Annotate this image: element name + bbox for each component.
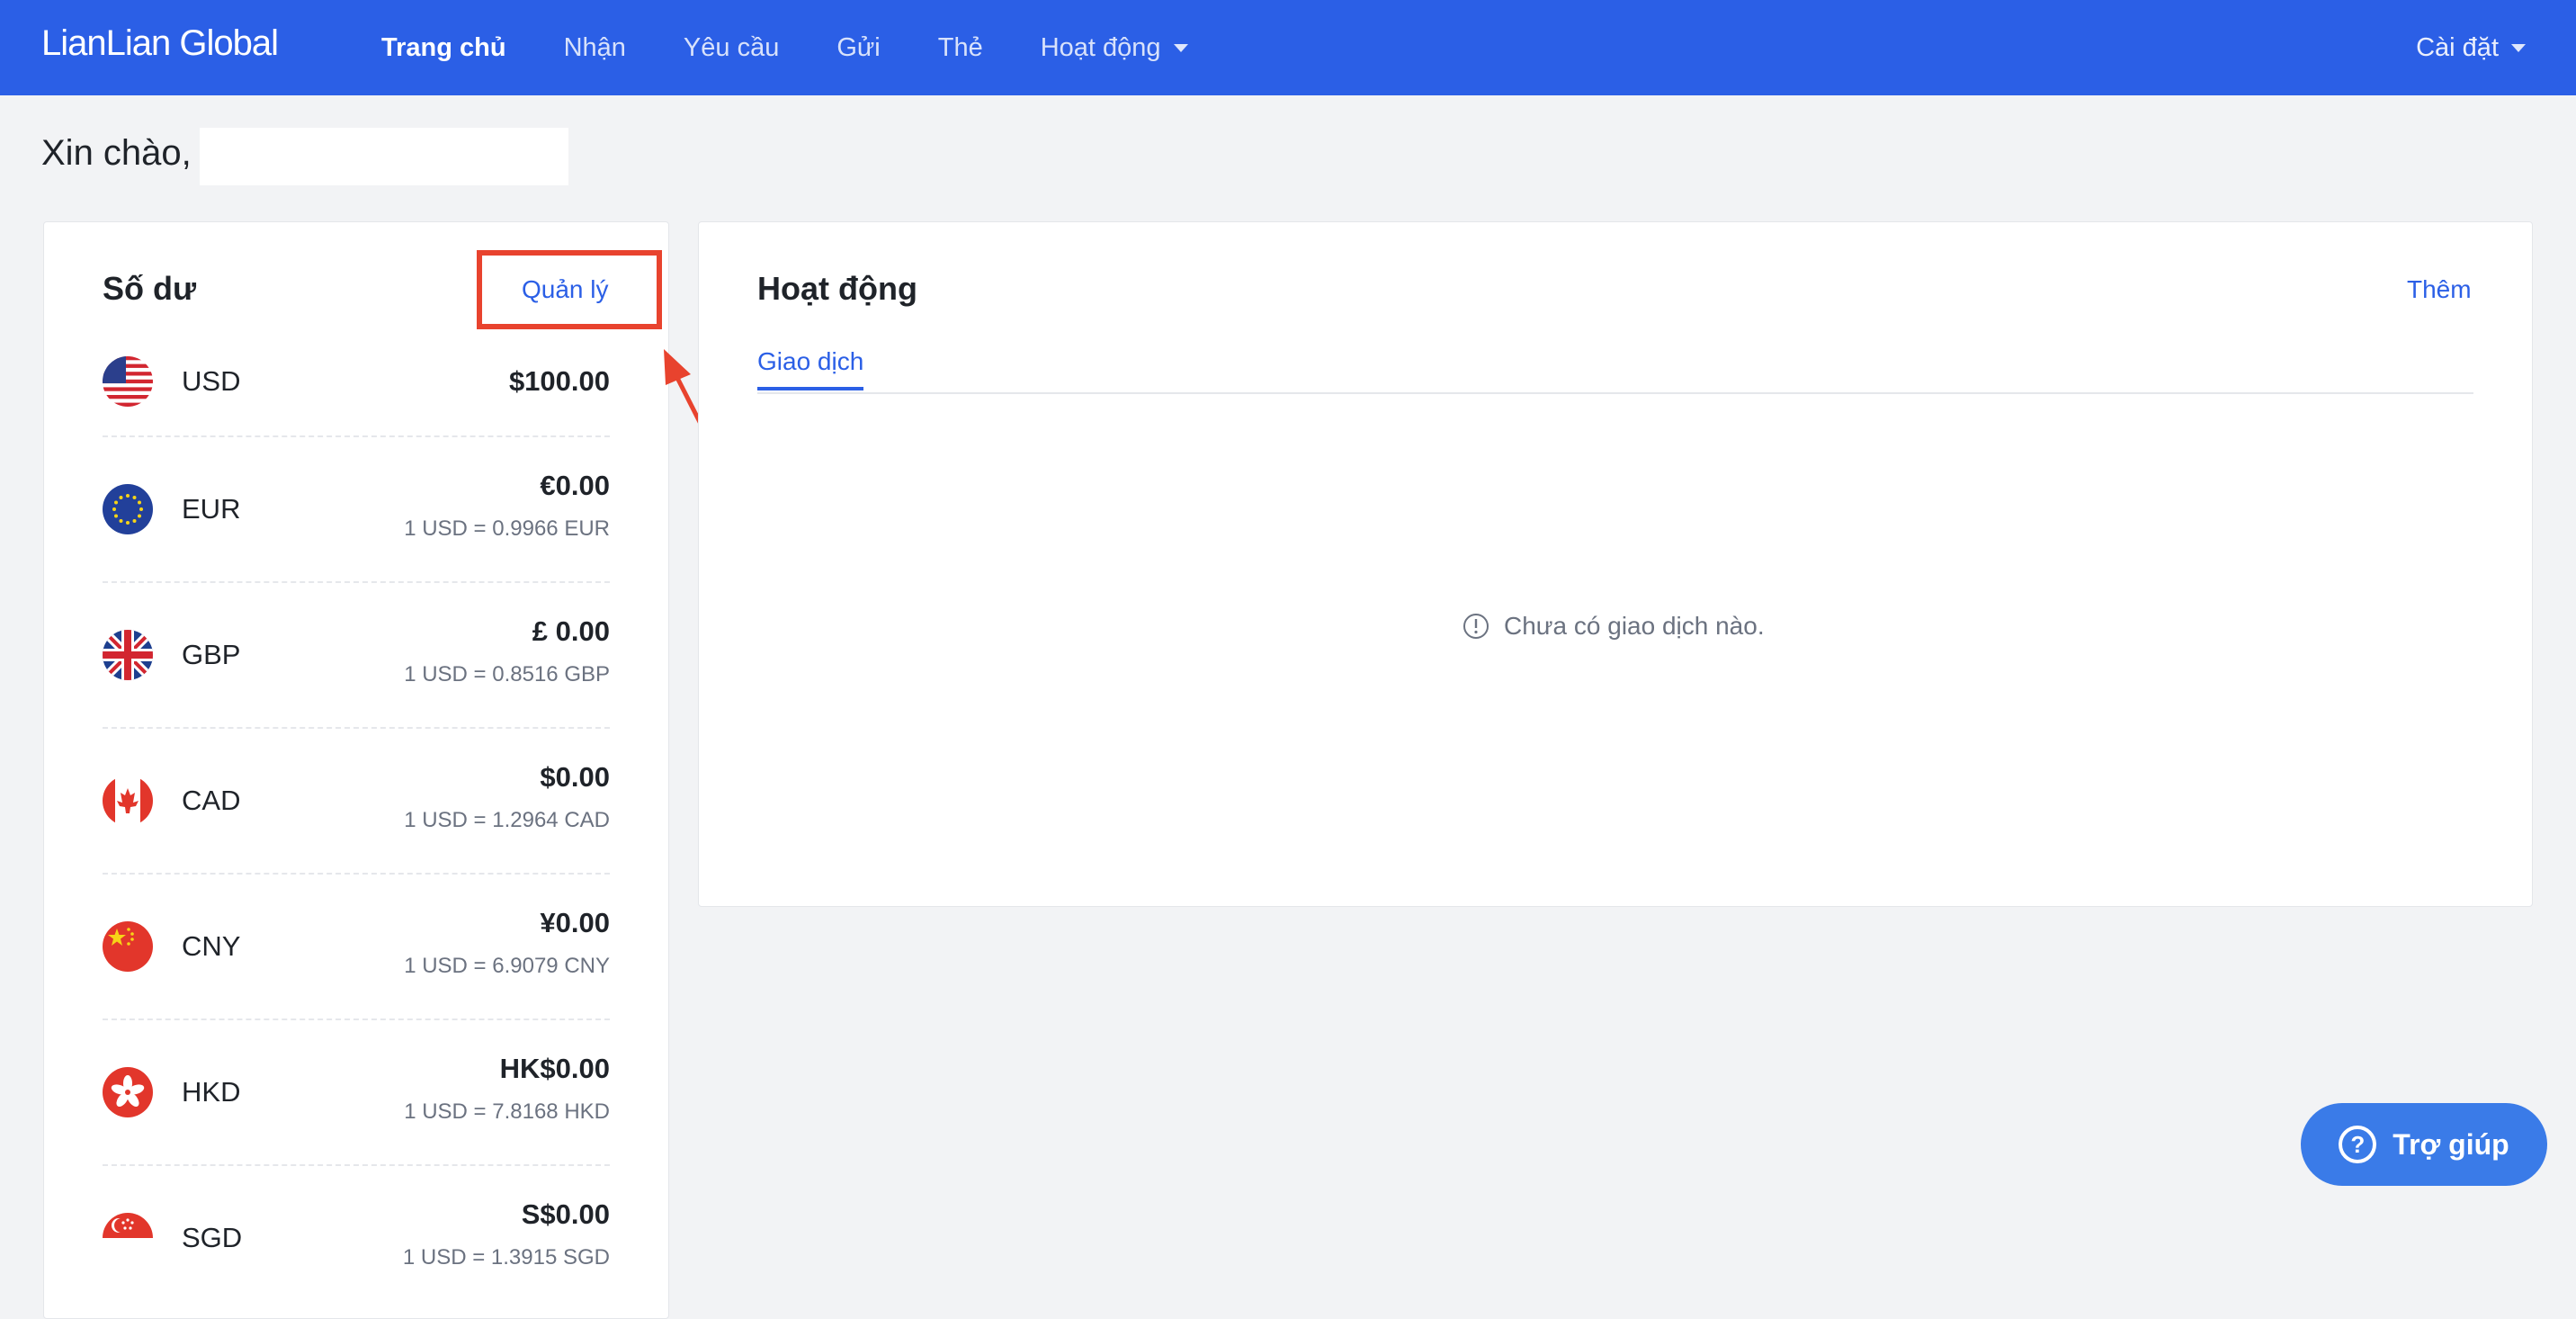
main-nav: Trang chủ Nhận Yêu cầu Gửi Thẻ Hoạt động [381, 0, 1246, 95]
row-divider [103, 1018, 610, 1020]
china-flag-icon [103, 921, 153, 972]
row-divider [103, 727, 610, 729]
currency-amount: $0.00 [540, 761, 610, 793]
row-divider [103, 435, 610, 437]
help-button[interactable]: ? Trợ giúp [2301, 1103, 2547, 1186]
currency-code: USD [182, 365, 241, 397]
eu-flag-icon [103, 484, 153, 534]
empty-state-text: Chưa có giao dịch nào. [1504, 612, 1765, 640]
question-circle-icon: ? [2339, 1126, 2377, 1163]
exchange-rate: 1 USD = 6.9079 CNY [404, 954, 610, 978]
empty-state: Chưa có giao dịch nào. [1462, 612, 1765, 641]
canada-flag-icon [103, 776, 153, 826]
exchange-rate: 1 USD = 1.3915 SGD [402, 1245, 610, 1270]
hong-kong-flag-icon [103, 1067, 153, 1117]
manage-highlight-box [477, 250, 662, 329]
activity-card [698, 221, 2533, 907]
settings-label: Cài đặt [2416, 32, 2499, 62]
row-divider [103, 1164, 610, 1166]
currency-code: GBP [182, 639, 241, 670]
currency-amount: $100.00 [508, 365, 610, 397]
nav-send[interactable]: Gửi [836, 33, 880, 63]
currency-code: CAD [182, 785, 241, 816]
greeting-text: Xin chào, [41, 133, 192, 173]
exchange-rate: 1 USD = 1.2964 CAD [404, 808, 610, 832]
tab-underline-divider [757, 392, 2473, 394]
info-circle-icon [1463, 614, 1489, 639]
nav-activity-label: Hoạt động [1040, 32, 1161, 62]
row-divider [103, 873, 610, 875]
caret-down-icon [2511, 43, 2526, 52]
nav-cards[interactable]: Thẻ [938, 33, 983, 63]
nav-home[interactable]: Trang chủ [381, 33, 506, 63]
uk-flag-icon [103, 630, 153, 680]
currency-amount: £ 0.00 [532, 615, 610, 647]
currency-amount: ¥0.00 [540, 907, 610, 938]
help-label: Trợ giúp [2393, 1127, 2509, 1161]
currency-code: HKD [182, 1076, 241, 1108]
currency-amount: €0.00 [540, 470, 610, 501]
singapore-flag-icon [103, 1213, 153, 1263]
us-flag-icon [103, 356, 153, 407]
currency-amount: S$0.00 [521, 1198, 610, 1230]
nav-receive[interactable]: Nhận [564, 33, 626, 63]
row-divider [103, 581, 610, 583]
exchange-rate: 1 USD = 7.8168 HKD [404, 1099, 610, 1124]
nav-activity-dropdown[interactable]: Hoạt động [1041, 33, 1188, 63]
currency-amount: HK$0.00 [499, 1053, 610, 1084]
caret-down-icon [1173, 43, 1188, 52]
exchange-rate: 1 USD = 0.9966 EUR [404, 516, 610, 541]
activity-title: Hoạt động [757, 270, 917, 307]
redacted-username [200, 128, 568, 185]
settings-dropdown[interactable]: Cài đặt [2416, 0, 2526, 95]
balance-title: Số dư [103, 270, 197, 307]
nav-request[interactable]: Yêu cầu [684, 33, 779, 63]
more-link[interactable]: Thêm [2407, 275, 2472, 304]
currency-code: CNY [182, 930, 241, 962]
exchange-rate: 1 USD = 0.8516 GBP [404, 662, 610, 686]
currency-code: SGD [182, 1222, 243, 1253]
lianlian-logo[interactable]: LianLian Global [41, 23, 279, 64]
top-navigation-bar: LianLian Global Trang chủ Nhận Yêu cầu G… [0, 0, 2576, 95]
currency-code: EUR [182, 493, 241, 525]
tab-transactions[interactable]: Giao dịch [757, 347, 864, 390]
